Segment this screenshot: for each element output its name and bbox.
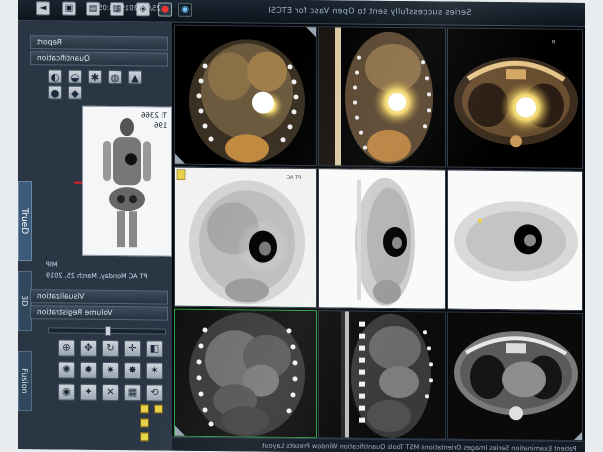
mip-marker[interactable]	[74, 181, 82, 184]
yellow-marker-icon	[176, 169, 186, 181]
viewport-pet-coronal[interactable]: PT AC	[174, 166, 317, 309]
slider-handle[interactable]	[105, 325, 111, 337]
screen: ◄ ▣ ▤ ▦ ◈ ● ◉ 25/03/2019 14:05 Series su…	[18, 0, 585, 452]
viewport-pet-sagittal[interactable]	[318, 168, 446, 310]
tool-icon-2[interactable]: ◒	[68, 69, 82, 84]
mip-info: MIP PT AC Monday, March 25, 2019	[42, 259, 170, 284]
pet-axial-image	[448, 170, 583, 311]
viewport-fused-axial[interactable]: R	[447, 27, 583, 169]
mip-value-bottom: 196	[153, 121, 167, 130]
tool-cross-icon[interactable]: ✕	[102, 383, 119, 402]
tool-fill-icon[interactable]: ◉	[58, 383, 75, 401]
tool-flare-icon[interactable]: ✷	[102, 361, 119, 380]
menu-volume-registration[interactable]: Volume Registration	[30, 305, 168, 321]
back-icon[interactable]: ◄	[36, 1, 50, 16]
fused-coronal-image	[175, 27, 317, 166]
tool-spark-icon[interactable]: ✦	[80, 383, 97, 401]
viewport-fused-sagittal[interactable]	[318, 26, 446, 168]
menu-report[interactable]: Report	[30, 35, 168, 51]
viewport-ct-axial[interactable]	[447, 311, 583, 441]
axial-orient-label: R	[552, 40, 556, 46]
mip-preview[interactable]: T: 2366 196	[82, 105, 172, 257]
ct-sagittal-image	[319, 311, 446, 440]
ct-coronal-image	[175, 309, 317, 439]
pet-coronal-label: PT AC	[286, 175, 301, 181]
tool-icon-4[interactable]: ◍	[108, 69, 122, 85]
left-control-panel: Report Quantification ◐ ◒ ✱ ◍ ▲ ● ◆ True…	[18, 21, 172, 451]
tool-icon-3[interactable]: ✱	[88, 69, 102, 84]
status-message: Series successfully sent to Open Vasc fo…	[268, 5, 472, 17]
fused-sagittal-image	[319, 27, 433, 168]
folder-icon[interactable]	[140, 418, 149, 428]
viewport-fused-coronal[interactable]	[174, 24, 317, 167]
viewport-ct-sagittal[interactable]	[318, 310, 446, 440]
tool-measure-icon[interactable]: ✶	[146, 362, 163, 380]
link-icon[interactable]	[154, 404, 163, 414]
mip-date: PT AC Monday, March 25, 2019	[46, 271, 148, 281]
bottom-menu-text[interactable]: Patient Examination Series Images Orient…	[262, 442, 577, 452]
menu-visualization[interactable]: Visualization	[30, 289, 168, 305]
lock-icon[interactable]	[140, 404, 149, 414]
tool-sun-icon[interactable]: ✸	[124, 362, 141, 380]
mip-value-top: T: 2366	[141, 111, 167, 120]
tool-zoom-icon[interactable]: ⊕	[58, 339, 75, 357]
pet-coronal-image: PT AC	[176, 169, 305, 305]
tool-icon-5[interactable]: ▲	[128, 70, 142, 85]
ct-axial-image	[448, 312, 583, 441]
opacity-slider[interactable]	[48, 325, 166, 337]
pet-sagittal-image	[319, 169, 446, 310]
tab-trued[interactable]: TrueD	[18, 181, 32, 262]
fused-axial-image: R	[454, 40, 578, 148]
tool-star-icon[interactable]: ✺	[58, 361, 75, 379]
tool-pan-icon[interactable]: ✥	[80, 339, 97, 357]
viewport-pet-axial[interactable]	[447, 169, 583, 311]
tool-reset-icon[interactable]: ⟲	[146, 384, 163, 402]
date-time: 25/03/2019 14:05	[98, 3, 161, 13]
tool-icon-7[interactable]: ◆	[68, 85, 82, 100]
tool-crosshair-icon[interactable]: ✛	[124, 340, 141, 358]
tab-fusion[interactable]: Fusion	[18, 351, 32, 412]
tool-icon-6[interactable]: ●	[48, 85, 62, 100]
menu-quantification[interactable]: Quantification	[30, 51, 168, 67]
tool-window-icon[interactable]: ◧	[146, 340, 163, 358]
export-icon[interactable]	[140, 432, 149, 442]
tool-burst-icon[interactable]: ✹	[80, 361, 97, 379]
tool-layout-icon[interactable]: ▦	[124, 384, 141, 402]
help-icon[interactable]: ◉	[178, 2, 192, 17]
monitor-icon[interactable]: ▣	[62, 1, 76, 16]
tool-icon-1[interactable]: ◐	[48, 69, 62, 84]
tool-rotate-icon[interactable]: ↻	[102, 339, 119, 358]
viewport-ct-coronal[interactable]	[174, 308, 317, 439]
